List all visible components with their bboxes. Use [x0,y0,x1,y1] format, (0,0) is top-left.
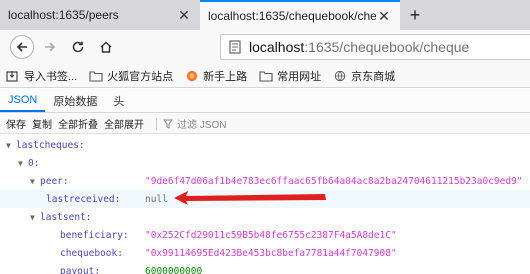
json-key: 0: [28,157,40,169]
bookmark-label: 导入书签... [24,70,78,83]
nav-bar: localhost:1635/chequebook/cheque [0,30,530,64]
reload-icon [72,41,84,53]
copy-button[interactable]: 复制 [32,116,52,131]
save-button[interactable]: 保存 [6,116,26,131]
json-key: beneficiary: [60,229,129,241]
tab-cheque[interactable]: localhost:1635/chequebook/cheque ✕ [200,0,400,30]
new-tab-button[interactable]: + [400,0,430,30]
expand-toggle-icon[interactable]: ▼ [30,213,40,222]
bookmark-label: 京东商城 [351,70,396,83]
tree-row-lastsent[interactable]: ▼ lastsent: [0,208,530,226]
back-button[interactable] [8,33,36,61]
reload-button[interactable] [64,33,92,61]
back-arrow-icon [10,35,34,59]
bookmark-import[interactable]: 导入书签... [6,68,77,84]
expand-toggle-icon[interactable]: ▼ [30,177,40,186]
json-key: lastcheques: [16,139,85,151]
tree-row-payout[interactable]: payout: 6000000000 [0,262,530,274]
json-value: null [145,193,168,205]
json-value: "9de6f47d06af1b4e783ec6ffaac65fb64a04ac8… [145,175,523,187]
tree-row-peer[interactable]: ▼ peer: "9de6f47d06af1b4e783ec6ffaac65fb… [0,172,530,190]
json-key: payout: [60,265,101,274]
tab-raw-data[interactable]: 原始数据 [45,89,105,112]
filter-placeholder: 过滤 JSON [177,120,227,131]
forward-arrow-icon [45,42,56,52]
home-icon [100,41,112,53]
plus-icon: + [409,4,421,25]
collapse-all-button[interactable]: 全部折叠 [58,116,98,131]
json-toolbar: 保存 复制 全部折叠 全部展开 过滤 JSON [0,114,530,134]
globe-icon [334,70,346,81]
json-key: lastsent: [40,211,92,223]
expand-all-button[interactable]: 全部展开 [104,116,144,131]
tab-headers[interactable]: 头 [105,89,132,112]
close-icon[interactable]: ✕ [176,7,192,24]
url-host: localhost [249,39,305,55]
expand-toggle-icon[interactable]: ▼ [6,141,16,150]
json-value: 6000000000 [145,265,203,274]
json-value: "0x99114695Ed423Be453bc8befa7781a44f7047… [145,247,397,259]
tab-json[interactable]: JSON [0,89,46,112]
json-key: chequebook: [60,247,123,259]
page-info-icon[interactable] [227,39,243,55]
tree-row-lastreceived[interactable]: lastreceived: null [0,190,530,208]
json-viewer-tabs: JSON 原始数据 头 [0,89,530,113]
bookmarks-bar: 导入书签... 火狐官方站点 新手上路 常用网址 京东商城 [0,64,530,88]
json-tree: ▼ lastcheques: ▼ 0: ▼ peer: "9de6f47d06a… [0,136,530,274]
bookmark-folder-common[interactable]: 常用网址 [259,68,321,84]
home-button[interactable] [92,33,120,61]
tree-row-chequebook[interactable]: chequebook: "0x99114695Ed423Be453bc8befa… [0,244,530,262]
bookmark-label: 火狐官方站点 [107,70,174,83]
tab-title: localhost:1635/peers [8,8,119,22]
bookmark-jd[interactable]: 京东商城 [333,68,395,84]
url-path: :1635/chequebook/cheque [304,39,470,55]
forward-button[interactable] [36,33,64,61]
bookmark-getting-started[interactable]: 新手上路 [185,68,247,84]
tree-row-lastcheques[interactable]: ▼ lastcheques: [0,136,530,154]
toolbar-divider [156,117,157,130]
close-icon[interactable]: ✕ [376,8,392,25]
firefox-icon [187,70,198,81]
filter-json-input[interactable]: 过滤 JSON [163,116,226,131]
bookmark-label: 常用网址 [277,70,322,83]
filter-icon [163,119,173,129]
tab-peers[interactable]: localhost:1635/peers ✕ [0,0,200,30]
bookmark-folder-official[interactable]: 火狐官方站点 [89,68,173,84]
json-key: peer: [40,175,69,187]
tree-row-beneficiary[interactable]: beneficiary: "0x252Cfd29011c59B5b48fe675… [0,226,530,244]
json-key: lastreceived: [46,193,121,205]
tab-title: localhost:1635/chequebook/cheque [208,9,376,23]
folder-icon [259,70,273,82]
tree-row-index-0[interactable]: ▼ 0: [0,154,530,172]
import-icon [6,70,18,82]
folder-icon [89,70,103,82]
bookmark-label: 新手上路 [203,70,248,83]
url-bar[interactable]: localhost:1635/chequebook/cheque [220,34,530,60]
json-value: "0x252Cfd29011c59B5b48fe6755c2387F4a5A8d… [145,229,397,241]
expand-toggle-icon[interactable]: ▼ [18,159,28,168]
tab-strip: localhost:1635/peers ✕ localhost:1635/ch… [0,0,530,30]
